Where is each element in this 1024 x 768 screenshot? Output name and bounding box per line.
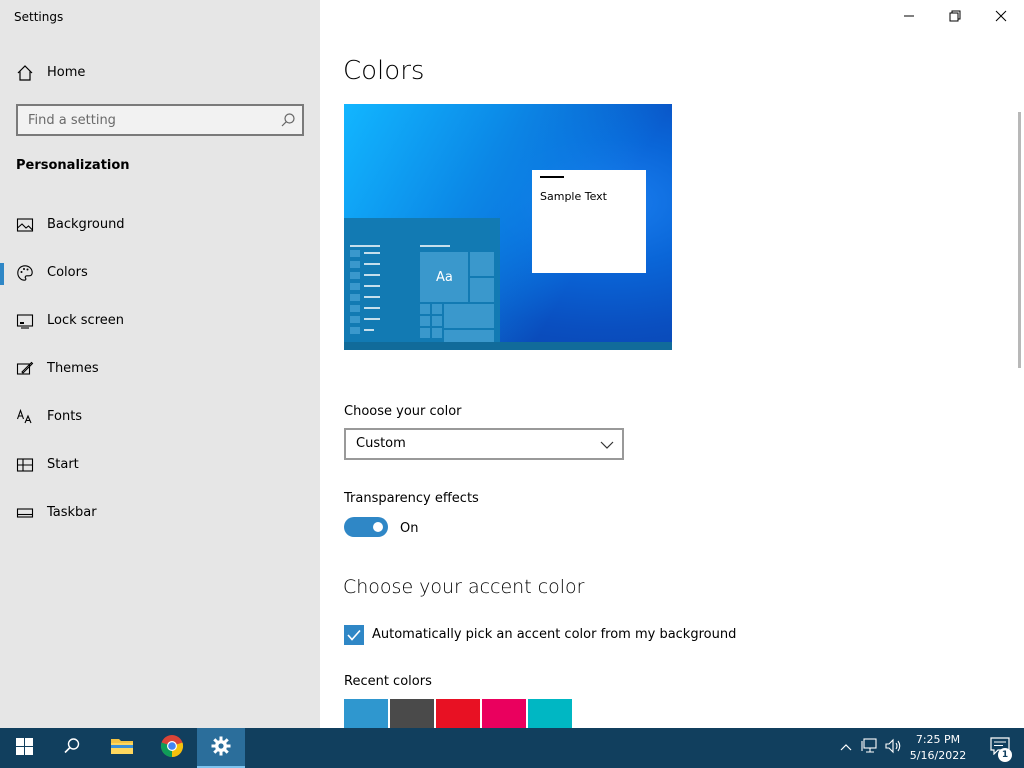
search-icon <box>63 737 81 759</box>
show-hidden-icons-button[interactable] <box>836 738 856 758</box>
gear-icon <box>211 736 231 760</box>
choose-color-label: Choose your color <box>344 404 462 419</box>
page-title: Colors <box>343 56 425 86</box>
search-input[interactable] <box>28 111 268 129</box>
choose-color-value: Custom <box>356 436 406 451</box>
transparency-label: Transparency effects <box>344 491 479 506</box>
sidebar-item-home[interactable]: Home <box>0 56 320 90</box>
sidebar-item-label: Start <box>47 457 79 472</box>
taskbar-icon <box>16 504 34 522</box>
volume-button[interactable] <box>884 738 904 758</box>
sidebar: Settings Home Personalization Background… <box>0 0 320 728</box>
network-icon <box>861 738 879 758</box>
app-title: Settings <box>14 10 64 24</box>
minimize-icon <box>903 7 915 26</box>
preview-tile-text: Aa <box>436 270 453 285</box>
sidebar-item-fonts[interactable]: Fonts <box>0 397 320 437</box>
close-button[interactable] <box>978 0 1024 32</box>
recent-colors-label: Recent colors <box>344 674 432 689</box>
transparency-state: On <box>400 521 419 536</box>
preview-sample-text: Sample Text <box>540 190 607 203</box>
sidebar-item-background[interactable]: Background <box>0 205 320 245</box>
color-swatch[interactable] <box>390 699 434 728</box>
preview-taskbar <box>344 342 672 350</box>
start-button[interactable] <box>0 728 48 768</box>
auto-accent-label[interactable]: Automatically pick an accent color from … <box>372 627 736 642</box>
clock-time: 7:25 PM <box>915 733 961 746</box>
start-icon <box>16 456 34 474</box>
system-clock[interactable]: 7:25 PM 5/16/2022 <box>904 732 972 764</box>
sidebar-item-label: Lock screen <box>47 313 124 328</box>
sidebar-item-label: Themes <box>47 361 99 376</box>
minimize-button[interactable] <box>886 0 932 32</box>
choose-color-dropdown[interactable]: Custom <box>344 428 624 460</box>
taskbar-search-button[interactable] <box>48 728 96 768</box>
checkmark-icon <box>347 629 361 641</box>
restore-icon <box>949 7 961 26</box>
recent-colors <box>344 699 572 728</box>
sidebar-item-start[interactable]: Start <box>0 445 320 485</box>
sidebar-item-label: Home <box>47 65 86 80</box>
file-explorer-button[interactable] <box>98 728 146 768</box>
color-preview: Aa Sample Text <box>344 104 672 350</box>
windows-logo-icon <box>15 737 33 759</box>
sidebar-item-label: Background <box>47 217 125 232</box>
home-icon <box>16 64 34 82</box>
color-swatch[interactable] <box>528 699 572 728</box>
network-button[interactable] <box>860 738 880 758</box>
themes-icon <box>16 360 34 378</box>
preview-window-titlebar <box>540 176 564 178</box>
image-icon <box>16 216 34 234</box>
sidebar-item-label: Colors <box>47 265 88 280</box>
sidebar-item-label: Taskbar <box>47 505 97 520</box>
auto-accent-checkbox[interactable] <box>344 625 364 645</box>
speaker-icon <box>885 738 903 758</box>
notification-badge: 1 <box>998 748 1012 762</box>
chevron-down-icon <box>600 437 614 451</box>
sidebar-item-colors[interactable]: Colors <box>0 253 320 293</box>
action-center-button[interactable]: 1 <box>980 728 1020 768</box>
sidebar-item-taskbar[interactable]: Taskbar <box>0 493 320 533</box>
fonts-icon <box>16 408 34 426</box>
restore-button[interactable] <box>932 0 978 32</box>
chevron-up-icon <box>840 739 852 758</box>
color-swatch[interactable] <box>482 699 526 728</box>
chrome-button[interactable] <box>148 728 196 768</box>
folder-icon <box>110 736 134 760</box>
lock-screen-icon <box>16 312 34 330</box>
sidebar-item-label: Fonts <box>47 409 83 424</box>
scrollbar[interactable] <box>1018 112 1021 368</box>
color-swatch[interactable] <box>344 699 388 728</box>
color-swatch[interactable] <box>436 699 480 728</box>
preview-sample-window: Sample Text <box>532 170 646 273</box>
section-heading: Personalization <box>16 158 130 173</box>
transparency-toggle[interactable] <box>344 517 388 537</box>
palette-icon <box>16 264 34 282</box>
chrome-icon <box>160 734 184 762</box>
close-icon <box>995 7 1007 26</box>
sidebar-item-themes[interactable]: Themes <box>0 349 320 389</box>
search-icon[interactable] <box>280 112 296 128</box>
accent-section-title: Choose your accent color <box>343 576 585 598</box>
clock-date: 5/16/2022 <box>909 749 967 762</box>
sidebar-item-lock-screen[interactable]: Lock screen <box>0 301 320 341</box>
preview-start-menu: Aa <box>344 218 500 342</box>
toggle-knob <box>373 522 383 532</box>
search-box[interactable] <box>16 104 304 136</box>
settings-taskbar-button[interactable] <box>197 728 245 768</box>
taskbar: 7:25 PM 5/16/2022 1 <box>0 728 1024 768</box>
